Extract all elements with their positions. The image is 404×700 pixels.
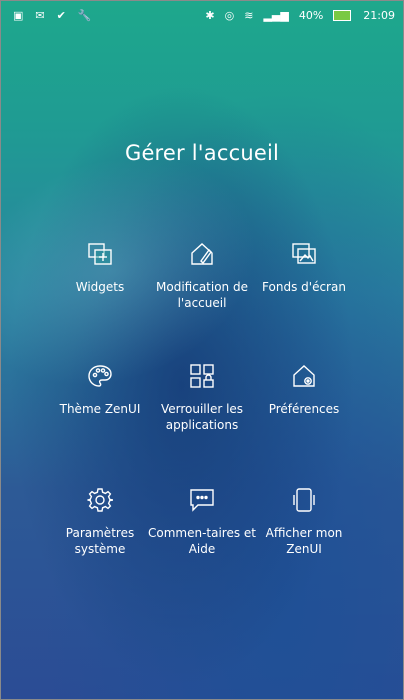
feedback-button[interactable]: Commen-taires et Aide [147,487,257,557]
home-settings-icon [293,365,315,387]
wallpaper-label: Fonds d'écran [262,280,346,294]
sync-icon: ◎ [224,8,235,22]
theme-button[interactable]: Thème ZenUI [45,363,155,417]
app-lock-label: Verrouiller les applications [160,402,244,432]
page-title: Gérer l'accueil [124,141,280,165]
battery-percent: 40% [298,8,324,22]
gear-icon [87,488,113,512]
app-lock-button[interactable]: Verrouiller les applications [147,363,257,433]
show-zenui-button[interactable]: Afficher mon ZenUI [249,487,359,557]
mail-notification-icon: ✉ [35,8,45,22]
edit-home-button[interactable]: Modification de l'accueil [147,241,257,311]
chat-icon [190,489,214,512]
notification-icons: ▣ ✉ ✔ 🔧 [13,9,92,22]
edit-home-label: Modification de l'accueil [156,280,248,310]
wallpaper-button[interactable]: Fonds d'écran [249,241,359,295]
signal-icon: ▂▄▆ [263,8,289,22]
system-settings-button[interactable]: Paramètres système [45,487,155,557]
feedback-label: Commen-taires et Aide [147,526,257,556]
battery-icon [333,9,352,21]
preferences-label: Préférences [268,402,340,416]
palette-icon [88,365,112,387]
widgets-button[interactable]: Widgets [45,241,155,295]
system-settings-label: Paramètres système [65,526,135,556]
theme-label: Thème ZenUI [59,402,141,416]
status-bar: ▣ ✉ ✔ 🔧 ✱ ◎ ≋ ▂▄▆ 40% 21:09 [1,1,403,29]
preferences-button[interactable]: Préférences [249,363,359,417]
phone-screen: ▣ ✉ ✔ 🔧 ✱ ◎ ≋ ▂▄▆ 40% 21:09 Gérer l'accu… [0,0,404,700]
bluetooth-icon: ✱ [205,8,215,22]
app-lock-icon [190,364,214,388]
download-notification-icon: ✔ [56,8,66,22]
phone-icon [293,488,315,512]
system-icons: ✱ ◎ ≋ ▂▄▆ 40% 21:09 [205,9,395,22]
status-time: 21:09 [363,8,395,22]
edit-home-icon [191,243,213,265]
show-zenui-label: Afficher mon ZenUI [265,526,343,556]
widgets-label: Widgets [75,280,125,294]
wifi-icon: ≋ [244,8,254,22]
widgets-icon [88,243,112,265]
wallpaper-icon [292,243,316,264]
tool-notification-icon: 🔧 [77,8,92,22]
gallery-notification-icon: ▣ [13,8,24,22]
